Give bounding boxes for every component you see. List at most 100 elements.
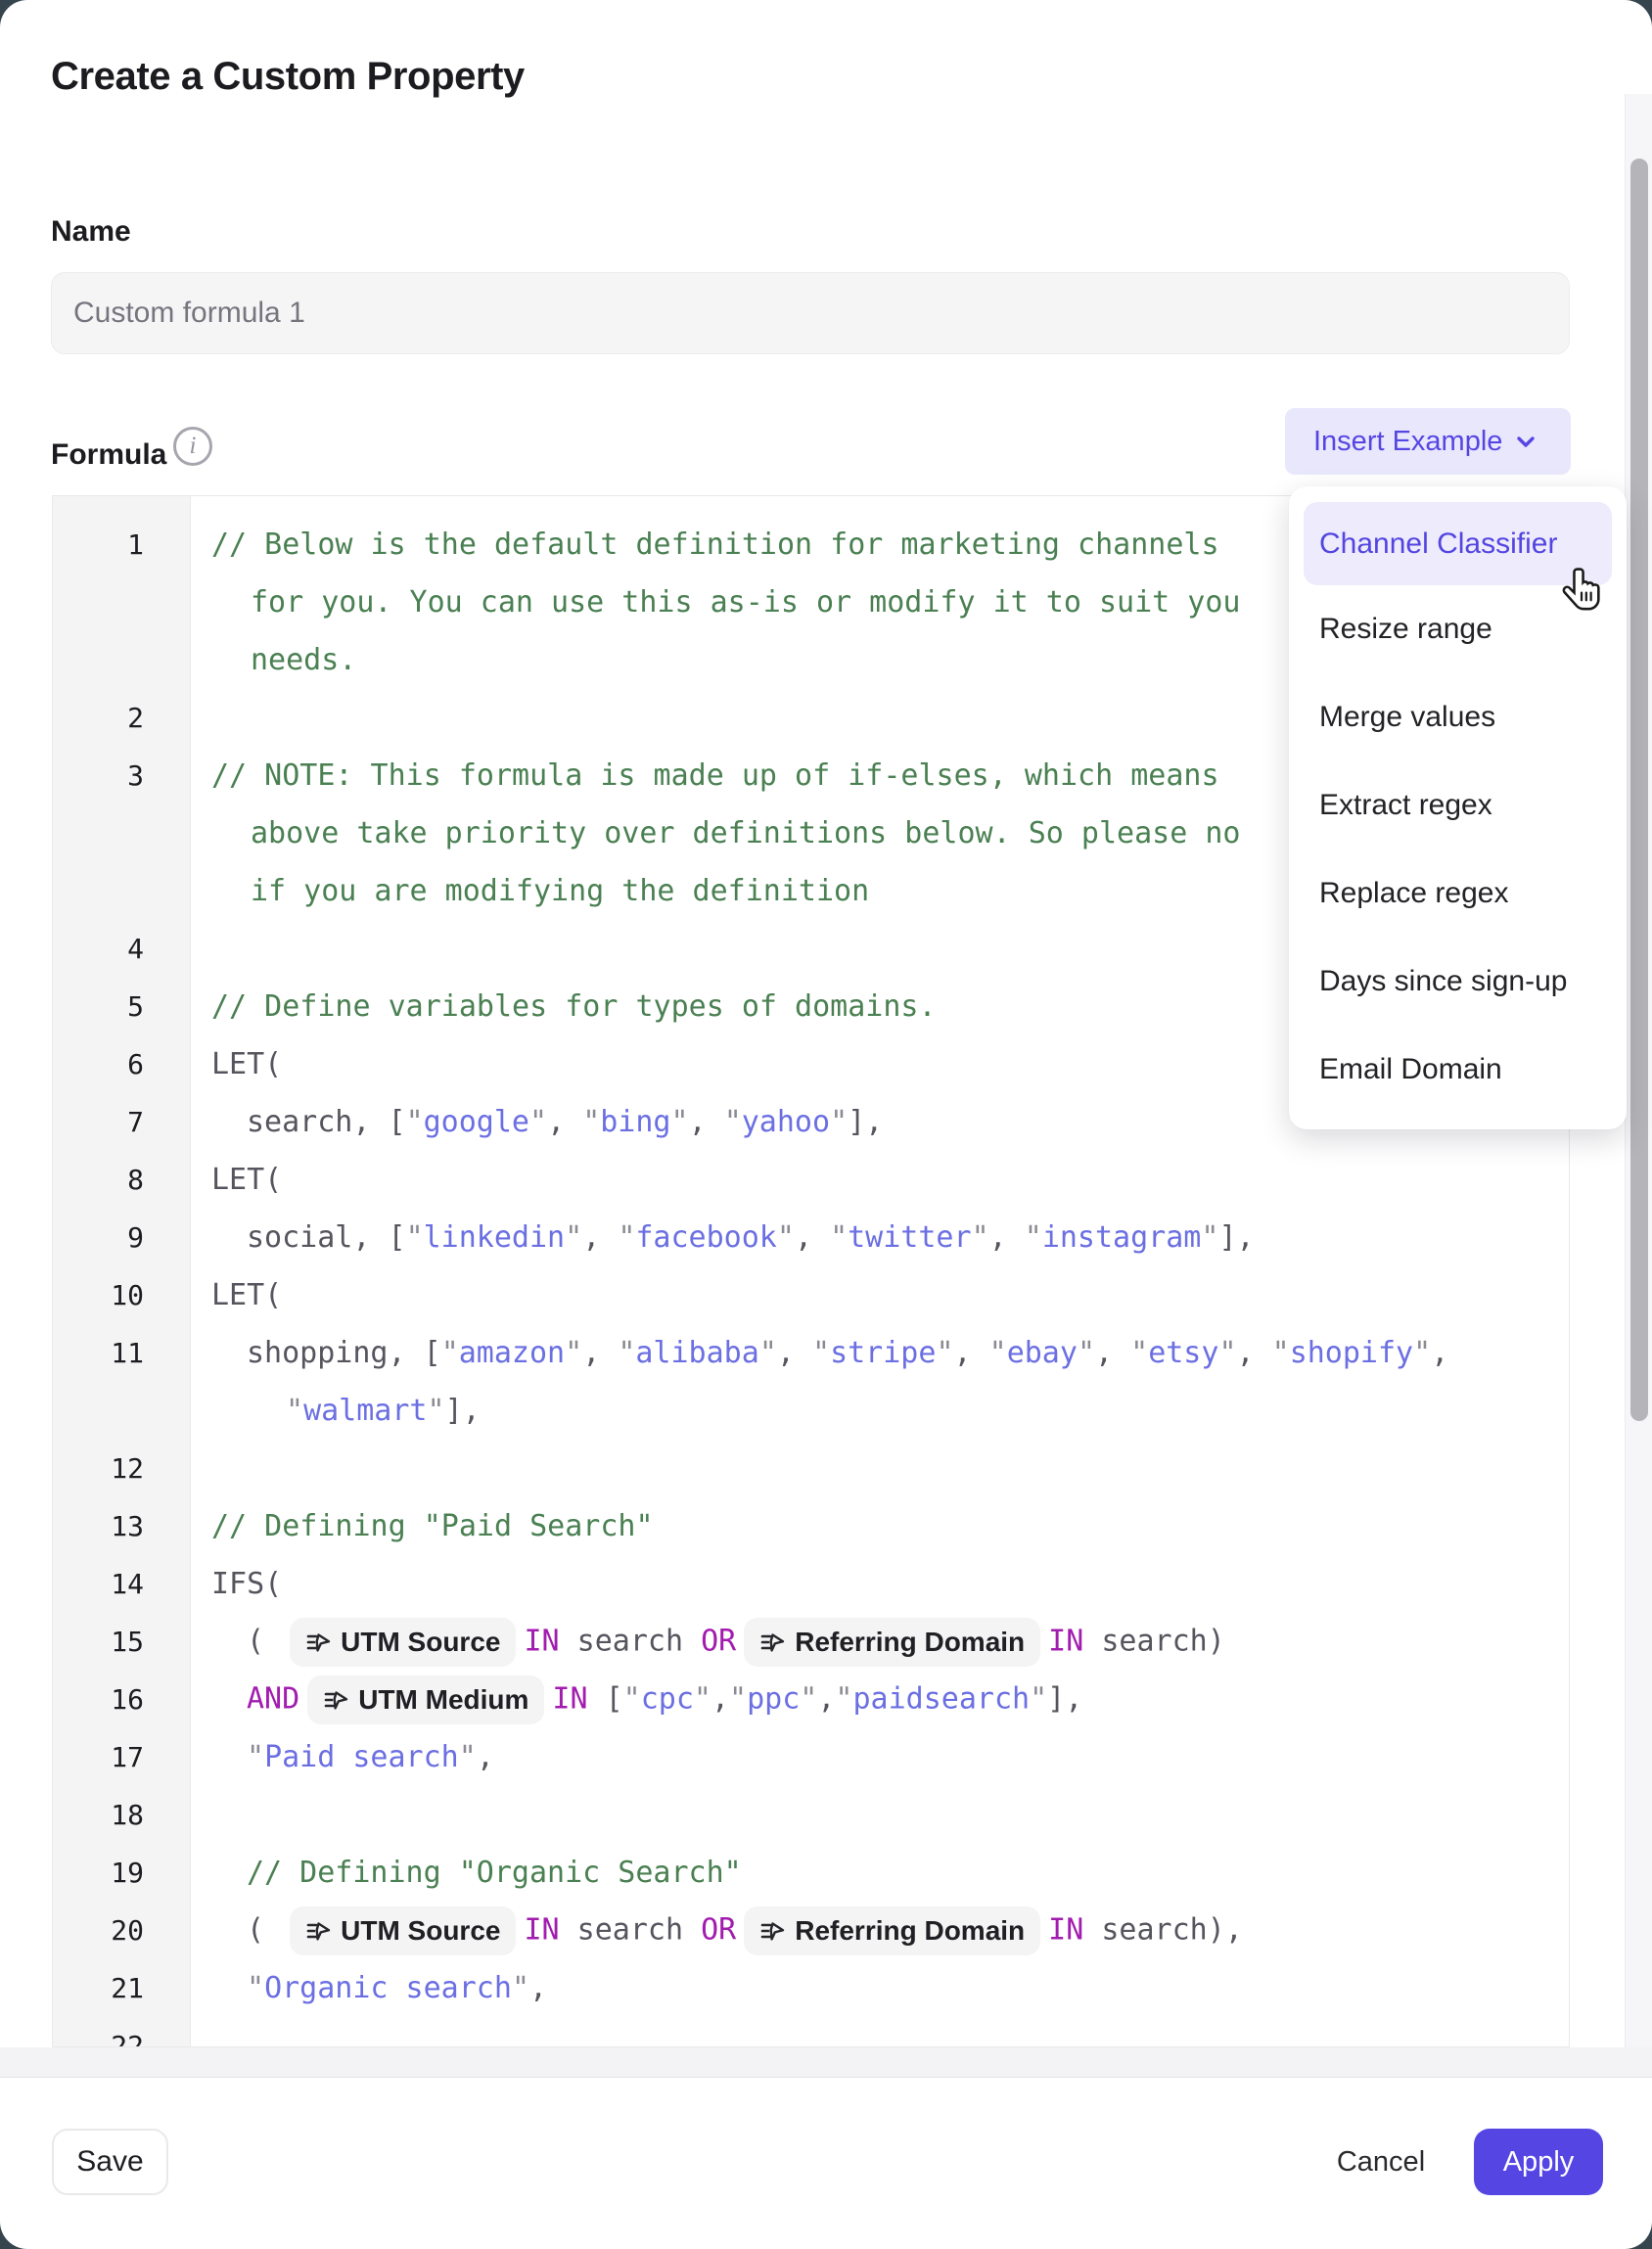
field-chip[interactable]: UTM Medium [307, 1675, 544, 1724]
dropdown-item-merge-values[interactable]: Merge values [1304, 673, 1612, 761]
code-string-token: stripe [830, 1336, 936, 1370]
insert-example-button[interactable]: Insert Example [1285, 408, 1571, 475]
line-number: 15 [53, 1626, 190, 1658]
field-chip[interactable]: Referring Domain [744, 1906, 1040, 1955]
code-token: AND [247, 1681, 299, 1716]
code-string-token: ebay [1007, 1336, 1078, 1370]
code-string-token: " [565, 1336, 582, 1370]
code-string-token: " [247, 1971, 264, 2005]
code-token: LET( [211, 1047, 282, 1081]
code-token: LET( [211, 1163, 282, 1197]
dropdown-item-label: Email Domain [1319, 1053, 1502, 1086]
code-line: 10LET( [53, 1266, 1569, 1324]
code-string-token: " [1025, 1220, 1042, 1255]
insert-example-label: Insert Example [1313, 426, 1502, 458]
code-line: 21"Organic search", [53, 1959, 1569, 2017]
code-string-token: " [1130, 1336, 1148, 1370]
code-line-content: social, ["linkedin", "facebook", "twitte… [190, 1220, 1569, 1255]
code-token: ], [848, 1105, 883, 1139]
code-line: 16ANDUTM MediumIN ["cpc","ppc","paidsear… [53, 1671, 1569, 1728]
code-token: , [795, 1220, 830, 1255]
line-number: 10 [53, 1279, 190, 1311]
code-string-token: " [247, 1740, 264, 1774]
code-token: , [582, 1336, 618, 1370]
info-icon[interactable]: i [173, 427, 212, 466]
code-line: 12 [53, 1440, 1569, 1497]
code-token: IN [524, 1912, 559, 1947]
code-line-content: IFS( [190, 1567, 1569, 1601]
field-chip[interactable]: UTM Source [290, 1906, 516, 1955]
code-token: search) [1083, 1624, 1225, 1658]
code-token: // NOTE: This formula is made up of if-e… [211, 758, 1219, 793]
code-string-token: " [459, 1740, 477, 1774]
code-string-token: twitter [848, 1220, 971, 1255]
dropdown-item-extract-regex[interactable]: Extract regex [1304, 761, 1612, 849]
save-button[interactable]: Save [52, 2129, 168, 2195]
code-string-token: " [830, 1105, 848, 1139]
code-string-token: instagram [1042, 1220, 1202, 1255]
code-token: ( [247, 1912, 282, 1947]
code-line: 17"Paid search", [53, 1728, 1569, 1786]
chevron-down-icon [1514, 430, 1537, 453]
line-number: 17 [53, 1741, 190, 1773]
code-token: , [529, 1971, 547, 2005]
dropdown-item-label: Days since sign-up [1319, 965, 1567, 998]
code-token: , [1095, 1336, 1130, 1370]
dropdown-item-email-domain[interactable]: Email Domain [1304, 1026, 1612, 1114]
code-line: 9social, ["linkedin", "facebook", "twitt… [53, 1209, 1569, 1266]
line-number: 3 [53, 759, 190, 792]
line-number: 21 [53, 1972, 190, 2004]
code-string-token: " [936, 1336, 953, 1370]
code-token: IN [1048, 1912, 1083, 1947]
code-line-content: ( UTM SourceIN search ORReferring Domain… [190, 1618, 1569, 1667]
code-string-token: " [1030, 1681, 1047, 1716]
cancel-button[interactable]: Cancel [1323, 2129, 1439, 2195]
code-string-token: " [618, 1336, 635, 1370]
field-chip-icon [305, 1918, 331, 1944]
code-string-token: " [694, 1681, 711, 1716]
code-string-token: paidsearch [852, 1681, 1030, 1716]
code-token: ( [247, 1624, 282, 1658]
name-input[interactable]: Custom formula 1 [51, 272, 1570, 354]
code-token: IFS( [211, 1567, 282, 1601]
dropdown-item-days-since-sign-up[interactable]: Days since sign-up [1304, 938, 1612, 1026]
code-string-token: yahoo [742, 1105, 830, 1139]
line-number: 12 [53, 1452, 190, 1485]
line-number: 14 [53, 1568, 190, 1600]
code-token: if you are modifying the definition [251, 874, 869, 908]
modal-scrollbar-thumb[interactable] [1630, 159, 1648, 1421]
code-string-token: " [1218, 1336, 1236, 1370]
code-string-token: " [1272, 1336, 1290, 1370]
code-line: 18 [53, 1786, 1569, 1844]
line-number: 2 [53, 702, 190, 734]
code-line: 14 IFS( [53, 1555, 1569, 1613]
formula-label: Formula [51, 438, 166, 472]
code-token: ], [1218, 1220, 1254, 1255]
code-string-token: " [286, 1394, 303, 1428]
code-token: ], [1047, 1681, 1082, 1716]
code-string-token: " [406, 1220, 424, 1255]
code-string-token: " [428, 1394, 445, 1428]
field-chip[interactable]: UTM Source [290, 1618, 516, 1667]
code-line-content: "Paid search", [190, 1740, 1569, 1774]
field-chip-label: UTM Source [341, 1915, 500, 1947]
field-chip-icon [305, 1629, 331, 1655]
dropdown-item-label: Resize range [1319, 613, 1492, 646]
code-token: // Below is the default definition for m… [211, 528, 1219, 562]
apply-button[interactable]: Apply [1474, 2129, 1603, 2195]
code-token: // Defining "Paid Search" [211, 1509, 654, 1543]
code-token: search [560, 1912, 702, 1947]
code-line: 8LET( [53, 1151, 1569, 1209]
code-string-token: " [529, 1105, 547, 1139]
code-line: 11shopping, ["amazon", "alibaba", "strip… [53, 1324, 1569, 1382]
line-number: 6 [53, 1048, 190, 1080]
code-token: search, [ [247, 1105, 406, 1139]
field-chip-label: Referring Domain [795, 1627, 1025, 1658]
footer-divider [0, 2077, 1652, 2078]
line-number: 1 [53, 528, 190, 561]
field-chip-icon [323, 1687, 348, 1713]
field-chip[interactable]: Referring Domain [744, 1618, 1040, 1667]
code-token: , [989, 1220, 1025, 1255]
dropdown-item-replace-regex[interactable]: Replace regex [1304, 849, 1612, 938]
code-token: , [777, 1336, 812, 1370]
